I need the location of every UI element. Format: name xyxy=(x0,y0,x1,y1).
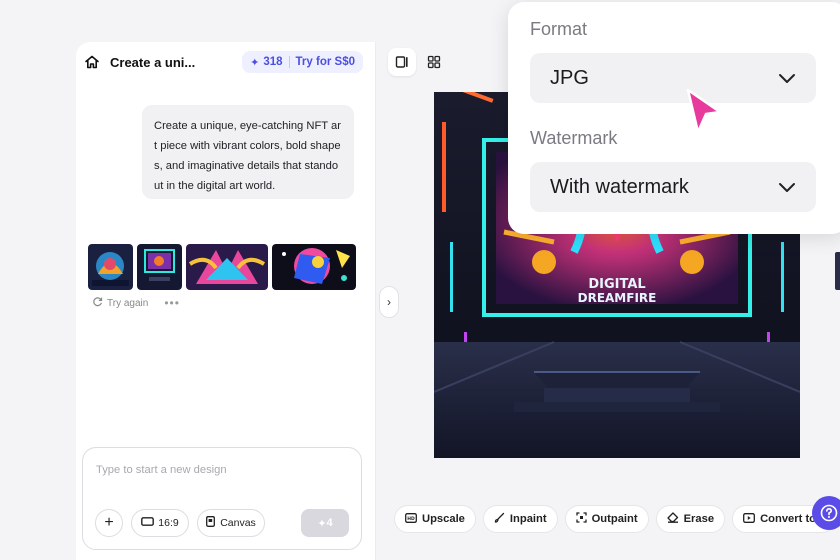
format-label: Format xyxy=(530,19,588,39)
canvas-button[interactable]: Canvas xyxy=(197,509,265,537)
hd-icon: HD xyxy=(405,512,417,526)
grid-view-icon xyxy=(427,55,441,69)
collapse-panel-button[interactable]: › xyxy=(379,286,399,318)
format-select[interactable]: JPG xyxy=(530,53,816,103)
watermark-select[interactable]: With watermark xyxy=(530,162,816,212)
result-thumbnail-4[interactable] xyxy=(272,244,356,290)
watermark-label: Watermark xyxy=(530,128,618,148)
cursor-pointer-icon xyxy=(684,86,724,141)
generate-cost: 4 xyxy=(326,517,333,529)
result-thumbnail-3[interactable] xyxy=(186,244,268,290)
try-for-label: Try for S$0 xyxy=(295,56,355,68)
chat-panel: Create a uni... ✦ 318 Try for S$0 Create… xyxy=(76,42,376,560)
expand-icon xyxy=(575,512,587,526)
prompt-input-placeholder[interactable]: Type to start a new design xyxy=(96,464,227,476)
chat-title: Create a uni... xyxy=(110,54,196,70)
watermark-value: With watermark xyxy=(550,175,689,198)
prompt-input-box[interactable]: Type to start a new design + 16:9 Canvas… xyxy=(82,447,362,550)
single-view-icon xyxy=(395,56,408,68)
chevron-right-icon: › xyxy=(387,295,391,309)
chevron-down-icon xyxy=(778,67,796,90)
sparkle-icon: ✦ xyxy=(317,517,327,530)
result-thumbnail-2[interactable] xyxy=(137,244,182,290)
more-options-icon[interactable]: ••• xyxy=(164,296,180,310)
prompt-bubble: Create a unique, eye-catching NFT art pi… xyxy=(142,105,354,199)
upscale-label: Upscale xyxy=(422,513,465,525)
outpaint-button[interactable]: Outpaint xyxy=(564,505,649,533)
single-view-button[interactable] xyxy=(388,48,416,76)
plus-icon: + xyxy=(104,514,114,531)
video-icon xyxy=(743,512,756,526)
aspect-ratio-label: 16:9 xyxy=(158,517,179,529)
try-again-row: Try again ••• xyxy=(92,296,180,310)
grid-view-button[interactable] xyxy=(420,48,448,76)
inpaint-button[interactable]: Inpaint xyxy=(482,505,558,533)
chat-header: Create a uni... ✦ 318 Try for S$0 xyxy=(76,42,375,82)
home-icon[interactable] xyxy=(84,54,100,70)
thumbnail-row xyxy=(88,244,356,290)
next-image-thumbnail[interactable] xyxy=(835,252,840,290)
aspect-ratio-icon xyxy=(141,517,155,529)
eraser-icon xyxy=(666,512,679,526)
result-thumbnail-1[interactable] xyxy=(88,244,133,290)
credits-count: 318 xyxy=(263,56,283,68)
image-title-line1: DIGITAL xyxy=(588,277,645,292)
sparkle-icon: ✦ xyxy=(250,56,260,69)
inpaint-label: Inpaint xyxy=(509,513,547,525)
refresh-icon[interactable] xyxy=(92,296,103,310)
add-button[interactable]: + xyxy=(95,509,123,537)
erase-label: Erase xyxy=(683,513,715,525)
help-button[interactable] xyxy=(812,496,840,530)
canvas-label: Canvas xyxy=(220,517,256,529)
brush-icon xyxy=(494,512,505,526)
format-value: JPG xyxy=(550,66,589,89)
image-title-line2: DREAMFIRE xyxy=(578,291,657,305)
canvas-icon xyxy=(206,516,216,530)
upscale-button[interactable]: HD Upscale xyxy=(394,505,476,533)
help-icon xyxy=(820,504,838,522)
outpaint-label: Outpaint xyxy=(591,513,638,525)
divider xyxy=(288,56,290,68)
image-action-bar: HD Upscale Inpaint Outpaint Erase Conver… xyxy=(394,505,837,533)
erase-button[interactable]: Erase xyxy=(655,505,726,533)
export-options-popover: Format JPG Watermark With watermark xyxy=(508,2,840,234)
generate-button[interactable]: ✦ 4 xyxy=(301,509,349,537)
credits-pill[interactable]: ✦ 318 Try for S$0 xyxy=(242,51,363,73)
aspect-ratio-button[interactable]: 16:9 xyxy=(131,509,189,537)
chevron-down-icon xyxy=(778,176,796,199)
try-again-button[interactable]: Try again xyxy=(107,298,148,309)
view-toggle xyxy=(388,48,448,76)
svg-text:HD: HD xyxy=(407,516,415,522)
